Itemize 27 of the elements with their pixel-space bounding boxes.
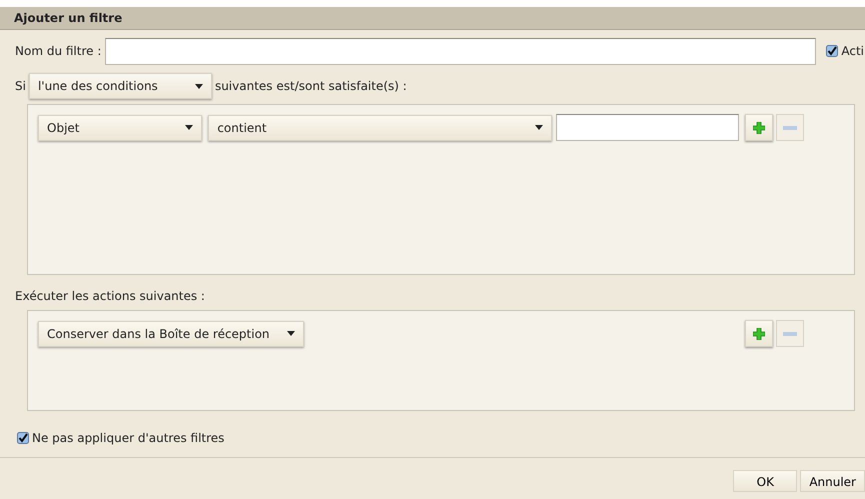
minus-icon xyxy=(783,332,797,336)
filter-name-field[interactable] xyxy=(105,38,816,64)
caret-icon xyxy=(534,125,543,130)
caret-icon xyxy=(287,331,295,336)
dialog-button[interactable]: OK xyxy=(733,470,798,492)
checkbox-icon[interactable] xyxy=(17,432,29,444)
add-button[interactable] xyxy=(745,114,774,141)
dialog-button[interactable]: Annuler xyxy=(800,470,865,492)
active-checkbox[interactable]: Acti xyxy=(826,42,864,60)
window-title: Ajouter un filtre xyxy=(0,7,865,30)
field-dropdown[interactable]: Objet xyxy=(38,114,202,140)
plus-icon xyxy=(753,328,765,340)
if-label: Si xyxy=(15,78,26,95)
actions-label: Exécuter les actions suivantes : xyxy=(14,288,206,305)
plus-icon xyxy=(753,122,766,134)
add-button[interactable] xyxy=(745,320,773,347)
filter-name-label: Nom du filtre : xyxy=(15,43,102,60)
match-suffix-label: suivantes est/sont satisfaite(s) : xyxy=(214,78,407,95)
caret-icon xyxy=(194,84,203,88)
stop-filters-checkbox[interactable]: Ne pas appliquer d'autres filtres xyxy=(17,429,224,447)
action-dropdown[interactable]: Conserver dans la Boîte de réception xyxy=(38,320,304,346)
operator-dropdown[interactable]: contient xyxy=(208,114,552,140)
checkbox-icon[interactable] xyxy=(826,45,838,57)
condition-value-field[interactable] xyxy=(556,114,740,141)
minus-icon xyxy=(783,126,798,130)
match-dropdown[interactable]: l'une des conditions xyxy=(28,73,212,99)
caret-icon xyxy=(185,125,194,130)
